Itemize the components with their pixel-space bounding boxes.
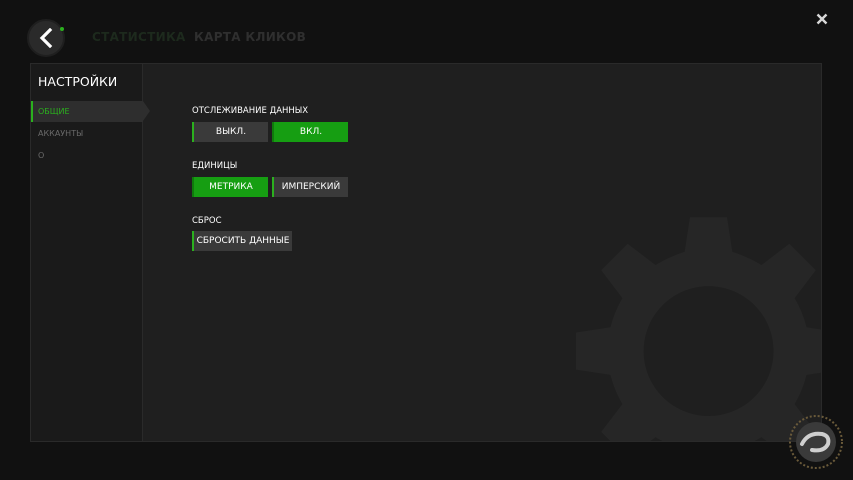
units-imperial-button[interactable]: ИМПЕРСКИЙ [272, 177, 348, 197]
settings-panel: НАСТРОЙКИ ОБЩИЕ АККАУНТЫ О ОТСЛЕЖИВАНИЕ … [30, 63, 822, 442]
reset-label: СБРОС [192, 216, 222, 226]
units-label: ЕДИНИЦЫ [192, 161, 238, 171]
close-icon [816, 13, 828, 25]
sidebar-title: НАСТРОЙКИ [38, 74, 118, 89]
watermark-logo [789, 415, 843, 469]
sidebar-item-about[interactable]: О [31, 145, 143, 166]
tab-statistics[interactable]: СТАТИСТИКА [92, 30, 186, 44]
close-button[interactable] [813, 10, 831, 28]
sidebar-item-accounts[interactable]: АККАУНТЫ [31, 123, 143, 144]
tracking-label: ОТСЛЕЖИВАНИЕ ДАННЫХ [192, 106, 309, 116]
reset-data-button[interactable]: СБРОСИТЬ ДАННЫЕ [192, 231, 292, 251]
settings-sidebar: НАСТРОЙКИ ОБЩИЕ АККАУНТЫ О [31, 64, 150, 441]
sidebar-item-general[interactable]: ОБЩИЕ [31, 101, 150, 122]
units-metric-button[interactable]: МЕТРИКА [192, 177, 268, 197]
tracking-off-button[interactable]: ВЫКЛ. [192, 122, 268, 142]
back-button[interactable] [27, 19, 65, 57]
tab-click-map[interactable]: КАРТА КЛИКОВ [194, 30, 306, 44]
back-arrow-icon [39, 28, 53, 48]
gear-icon [576, 217, 821, 441]
tracking-on-button[interactable]: ВКЛ. [272, 122, 348, 142]
